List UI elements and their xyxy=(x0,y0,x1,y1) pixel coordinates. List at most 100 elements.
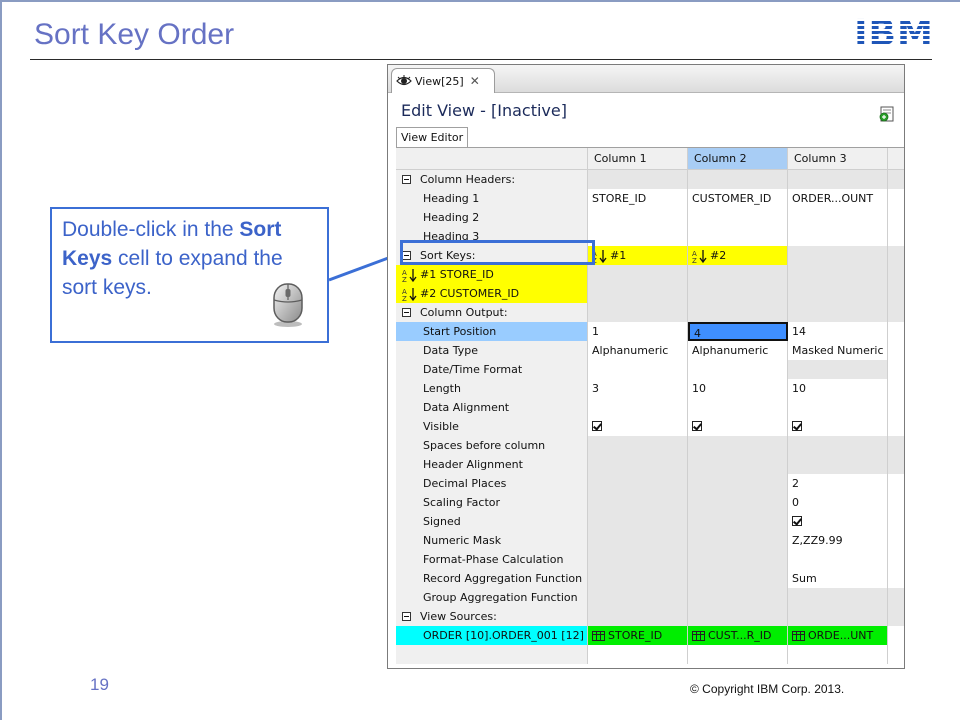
cell-heading1-col2[interactable]: CUSTOMER_ID xyxy=(688,189,788,208)
sort-key-1-row[interactable]: A Z #1 STORE_ID xyxy=(396,265,588,284)
cell-scaling-factor-col3[interactable]: 0 xyxy=(788,493,888,512)
row-label-scaling-factor: Scaling Factor xyxy=(396,493,588,512)
row-label-column-headers[interactable]: Column Headers: xyxy=(396,170,588,189)
column-header-1[interactable]: Column 1 xyxy=(588,148,688,170)
visible-checkbox-col3[interactable] xyxy=(792,421,802,431)
cell-view-source-col2[interactable]: CUST...R_ID xyxy=(688,626,788,645)
table-row: Column Headers: xyxy=(396,170,904,189)
view-eye-icon xyxy=(396,75,412,86)
close-icon[interactable]: ✕ xyxy=(470,74,480,88)
sort-keys-highlight-box xyxy=(400,240,595,265)
cell-data-type-col2[interactable]: Alphanumeric xyxy=(688,341,788,360)
cell-heading3-col1[interactable] xyxy=(588,227,688,246)
view-source-order[interactable]: ORDER [10].ORDER_001 [12] xyxy=(396,626,588,645)
table-field-icon xyxy=(692,631,705,641)
callout-text-1: Double-click in the xyxy=(62,218,240,241)
cell-start-position-col3[interactable]: 14 xyxy=(788,322,888,341)
cell-length-col3[interactable]: 10 xyxy=(788,379,888,398)
row-label-date-time-format: Date/Time Format xyxy=(396,360,588,379)
table-row: A Z #2 CUSTOMER_ID xyxy=(396,284,904,303)
sort-key-2-row[interactable]: A Z #2 CUSTOMER_ID xyxy=(396,284,588,303)
svg-text:Z: Z xyxy=(692,257,697,264)
row-label-heading-1: Heading 1 xyxy=(396,189,588,208)
view-editor-window: View[25] ✕ Edit View - [Inactive] View E… xyxy=(387,64,905,669)
page-number: 19 xyxy=(90,675,109,694)
table-row: Group Aggregation Function xyxy=(396,588,904,607)
cell-decimal-places-col3[interactable]: 2 xyxy=(788,474,888,493)
sort-ascending-icon: AZ xyxy=(402,268,417,283)
visible-checkbox-col1[interactable] xyxy=(592,421,602,431)
table-row: View Sources: xyxy=(396,607,904,626)
copyright-text: © Copyright IBM Corp. 2013. xyxy=(690,682,845,696)
grid-header-row: Column 1 Column 2 Column 3 xyxy=(396,148,904,170)
cell-start-position-col2[interactable]: 4 xyxy=(688,322,788,341)
sort-ascending-icon: AZ xyxy=(402,287,417,302)
svg-text:Z: Z xyxy=(402,276,407,283)
cell-view-source-col1[interactable]: STORE_ID xyxy=(588,626,688,645)
table-row: Data Type Alphanumeric Alphanumeric Mask… xyxy=(396,341,904,360)
collapse-icon[interactable] xyxy=(402,308,411,317)
svg-text:Z: Z xyxy=(402,295,407,302)
cell-data-type-col3[interactable]: Masked Numeric xyxy=(788,341,888,360)
view-editor-grid: Column 1 Column 2 Column 3 Column Header… xyxy=(396,148,904,664)
cell-sort-key-col1[interactable]: A Z #1 xyxy=(588,246,688,265)
row-label-heading-2: Heading 2 xyxy=(396,208,588,227)
table-row: Format-Phase Calculation xyxy=(396,550,904,569)
row-label-numeric-mask: Numeric Mask xyxy=(396,531,588,550)
column-header-3[interactable]: Column 3 xyxy=(788,148,888,170)
table-row: Length 3 10 10 xyxy=(396,379,904,398)
table-row: Heading 1 STORE_ID CUSTOMER_ID ORDER...O… xyxy=(396,189,904,208)
visible-checkbox-col2[interactable] xyxy=(692,421,702,431)
mouse-icon xyxy=(273,283,303,327)
cell-data-type-col1[interactable]: Alphanumeric xyxy=(588,341,688,360)
cell-start-position-col1[interactable]: 1 xyxy=(588,322,688,341)
tab-view-25[interactable]: View[25] ✕ xyxy=(391,68,495,93)
cell-length-col2[interactable]: 10 xyxy=(688,379,788,398)
table-row: Column Output: xyxy=(396,303,904,322)
table-field-icon xyxy=(792,631,805,641)
collapse-icon[interactable] xyxy=(402,175,411,184)
row-label-group-aggregation: Group Aggregation Function xyxy=(396,588,588,607)
table-row: A Z #1 STORE_ID xyxy=(396,265,904,284)
cell-heading3-col3[interactable] xyxy=(788,227,888,246)
row-label-data-alignment: Data Alignment xyxy=(396,398,588,417)
table-row: Record Aggregation Function Sum xyxy=(396,569,904,588)
cell-heading1-col3[interactable]: ORDER...OUNT xyxy=(788,189,888,208)
cell-record-aggregation-col3[interactable]: Sum xyxy=(788,569,888,588)
column-header-2[interactable]: Column 2 xyxy=(688,148,788,170)
table-field-icon xyxy=(592,631,605,641)
ibm-logo-text: IBM xyxy=(854,13,934,54)
collapse-icon[interactable] xyxy=(402,612,411,621)
row-label-data-type: Data Type xyxy=(396,341,588,360)
table-row: Scaling Factor 0 xyxy=(396,493,904,512)
cell-numeric-mask-col3[interactable]: Z,ZZ9.99 xyxy=(788,531,888,550)
table-row: Data Alignment xyxy=(396,398,904,417)
row-label-header-alignment: Header Alignment xyxy=(396,455,588,474)
refresh-document-icon[interactable] xyxy=(878,105,896,123)
cell-heading2-col3[interactable] xyxy=(788,208,888,227)
row-label-format-phase-calculation: Format-Phase Calculation xyxy=(396,550,588,569)
cell-heading2-col2[interactable] xyxy=(688,208,788,227)
cell-sort-key-col2[interactable]: A Z #2 xyxy=(688,246,788,265)
row-label-view-sources[interactable]: View Sources: xyxy=(396,607,588,626)
table-row: ORDER [10].ORDER_001 [12] STORE_ID CUST.… xyxy=(396,626,904,645)
cell-heading1-col1[interactable]: STORE_ID xyxy=(588,189,688,208)
row-label-visible: Visible xyxy=(396,417,588,436)
ibm-logo: IBM xyxy=(852,16,936,52)
cell-heading3-col2[interactable] xyxy=(688,227,788,246)
cell-view-source-col3[interactable]: ORDE...UNT xyxy=(788,626,888,645)
edit-view-title: Edit View - [Inactive] xyxy=(401,101,567,120)
table-row: Date/Time Format xyxy=(396,360,904,379)
table-row: Signed xyxy=(396,512,904,531)
signed-checkbox-col3[interactable] xyxy=(792,516,802,526)
row-label-column-output[interactable]: Column Output: xyxy=(396,303,588,322)
row-label-decimal-places: Decimal Places xyxy=(396,474,588,493)
slide-border-top xyxy=(0,0,960,2)
tab-view-editor[interactable]: View Editor xyxy=(396,127,469,147)
cell-length-col1[interactable]: 3 xyxy=(588,379,688,398)
table-row: Heading 2 xyxy=(396,208,904,227)
cell-heading2-col1[interactable] xyxy=(588,208,688,227)
row-label-spaces-before-column: Spaces before column xyxy=(396,436,588,455)
table-row: Header Alignment xyxy=(396,455,904,474)
row-label-start-position: Start Position xyxy=(396,322,588,341)
